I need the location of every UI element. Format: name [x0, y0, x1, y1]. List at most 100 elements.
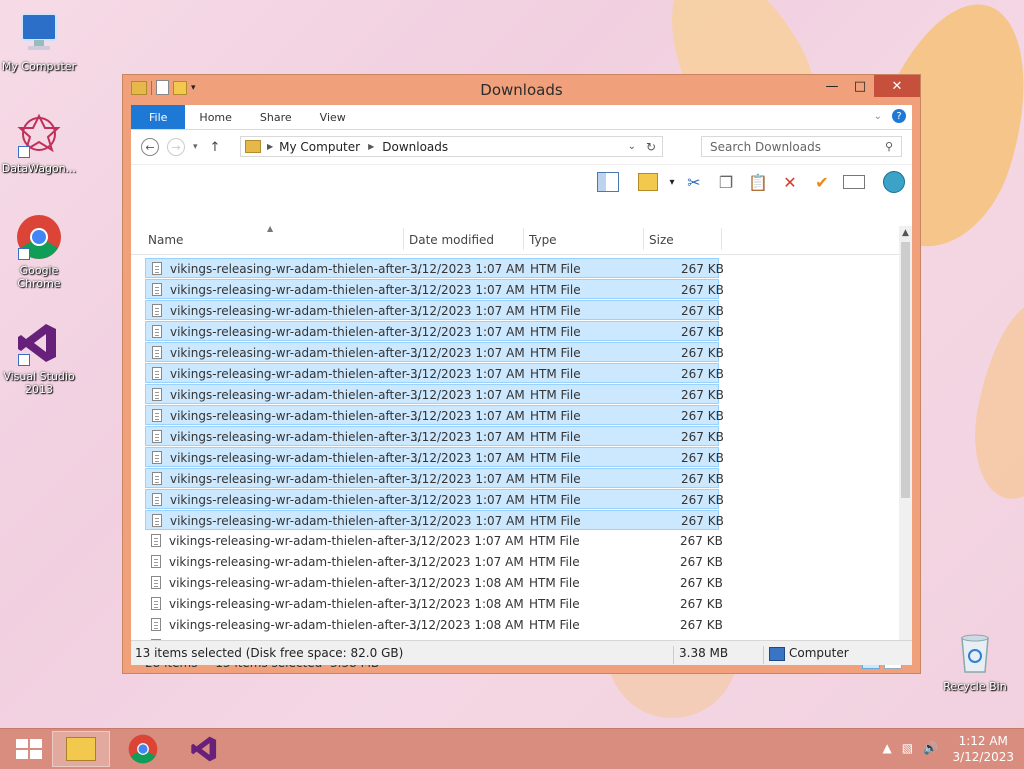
file-row[interactable]: vikings-releasing-wr-adam-thielen-after-… — [145, 279, 724, 299]
volume-icon[interactable]: 🔊 — [923, 741, 938, 755]
scroll-up-icon[interactable]: ▲ — [899, 228, 912, 238]
help-icon[interactable]: ? — [892, 109, 906, 123]
chevron-right-icon: ▶ — [267, 142, 274, 151]
file-row[interactable]: vikings-releasing-wr-adam-thielen-after-… — [145, 321, 724, 341]
file-row[interactable]: vikings-releasing-wr-adam-thielen-after-… — [145, 552, 723, 572]
tab-file[interactable]: File — [131, 105, 186, 129]
rename-icon[interactable] — [843, 171, 865, 193]
file-row[interactable]: vikings-releasing-wr-adam-thielen-after-… — [145, 300, 724, 320]
clock[interactable]: 1:12 AM 3/12/2023 — [952, 733, 1014, 765]
minimize-button[interactable]: — — [818, 75, 846, 97]
checkmark-icon[interactable]: ✔ — [811, 171, 833, 193]
file-row[interactable]: vikings-releasing-wr-adam-thielen-after-… — [145, 594, 723, 614]
new-folder-icon[interactable] — [637, 171, 659, 193]
htm-file-icon — [151, 597, 161, 610]
breadcrumb-my-computer[interactable]: My Computer — [279, 140, 360, 154]
htm-file-icon — [152, 388, 162, 401]
show-hidden-icons-icon[interactable]: ▲ — [882, 741, 891, 755]
file-size: 267 KB — [681, 451, 724, 465]
file-row[interactable]: vikings-releasing-wr-adam-thielen-after-… — [145, 615, 723, 635]
file-row[interactable]: vikings-releasing-wr-adam-thielen-after-… — [145, 573, 723, 593]
column-divider[interactable] — [403, 228, 404, 250]
up-button[interactable]: ↑ — [210, 140, 221, 155]
desktop-icon-my-computer[interactable]: My Computer — [0, 10, 78, 73]
file-type: HTM File — [530, 472, 581, 486]
file-row[interactable]: vikings-releasing-wr-adam-thielen-after-… — [145, 384, 724, 404]
column-name[interactable]: Name — [148, 233, 183, 247]
htm-file-icon — [152, 262, 162, 275]
tab-home[interactable]: Home — [185, 105, 245, 129]
column-divider[interactable] — [523, 228, 524, 250]
search-input[interactable]: Search Downloads ⚲ — [701, 136, 902, 157]
window-title: Downloads — [480, 81, 563, 99]
htm-file-icon — [151, 576, 161, 589]
clock-time: 1:12 AM — [958, 734, 1008, 748]
chevron-right-icon: ▶ — [368, 142, 375, 151]
maximize-button[interactable]: □ — [846, 75, 874, 97]
file-date: 3/12/2023 1:07 AM — [410, 346, 525, 360]
vertical-scrollbar[interactable]: ▲ ▼ — [899, 226, 912, 651]
file-size: 267 KB — [680, 555, 723, 569]
file-row[interactable]: vikings-releasing-wr-adam-thielen-after-… — [145, 363, 724, 383]
file-row[interactable]: vikings-releasing-wr-adam-thielen-after-… — [145, 489, 724, 509]
desktop-icon-chrome[interactable]: Google Chrome — [0, 214, 78, 290]
globe-icon[interactable] — [883, 171, 905, 193]
forward-button[interactable]: → — [167, 138, 185, 156]
delete-icon[interactable]: ✕ — [779, 171, 801, 193]
file-type: HTM File — [530, 367, 581, 381]
chevron-down-icon[interactable]: ▾ — [661, 171, 683, 193]
file-type: HTM File — [529, 534, 580, 548]
desktop-icon-label: Recycle Bin — [943, 680, 1007, 693]
file-name: vikings-releasing-wr-adam-thielen-after-… — [170, 283, 422, 297]
back-button[interactable]: ← — [141, 138, 159, 156]
expand-ribbon-icon[interactable]: ⌄ — [874, 111, 882, 122]
file-size: 267 KB — [681, 472, 724, 486]
file-type: HTM File — [530, 409, 581, 423]
file-type: HTM File — [530, 430, 581, 444]
tab-view[interactable]: View — [306, 105, 360, 129]
desktop-icon-label: My Computer — [1, 60, 77, 73]
file-date: 3/12/2023 1:07 AM — [409, 534, 524, 548]
column-divider[interactable] — [643, 228, 644, 250]
breadcrumb-downloads[interactable]: Downloads — [382, 140, 448, 154]
file-row[interactable]: vikings-releasing-wr-adam-thielen-after-… — [145, 447, 724, 467]
file-size: 267 KB — [680, 576, 723, 590]
search-icon[interactable]: ⚲ — [885, 140, 893, 153]
file-row[interactable]: vikings-releasing-wr-adam-thielen-after-… — [145, 510, 724, 530]
paste-icon[interactable]: 📋 — [747, 171, 769, 193]
htm-file-icon — [152, 430, 162, 443]
desktop-icon-visual-studio[interactable]: Visual Studio 2013 — [0, 320, 78, 396]
file-row[interactable]: vikings-releasing-wr-adam-thielen-after-… — [145, 258, 724, 278]
recent-locations-icon[interactable]: ▾ — [193, 142, 198, 152]
column-divider[interactable] — [721, 228, 722, 250]
column-date-modified[interactable]: Date modified — [409, 233, 494, 247]
cut-icon[interactable]: ✂ — [683, 171, 705, 193]
file-date: 3/12/2023 1:07 AM — [410, 430, 525, 444]
column-type[interactable]: Type — [529, 233, 557, 247]
desktop-icon-recycle-bin[interactable]: Recycle Bin — [936, 630, 1014, 693]
tab-share[interactable]: Share — [246, 105, 306, 129]
title-bar[interactable]: ▾ Downloads — □ ✕ — [123, 75, 920, 105]
file-row[interactable]: vikings-releasing-wr-adam-thielen-after-… — [145, 426, 724, 446]
preview-pane-icon[interactable] — [597, 171, 619, 193]
copy-icon[interactable]: ❐ — [715, 171, 737, 193]
file-type: HTM File — [530, 451, 581, 465]
network-icon[interactable]: ▧ — [902, 741, 913, 755]
close-button[interactable]: ✕ — [874, 75, 920, 97]
file-row[interactable]: vikings-releasing-wr-adam-thielen-after-… — [145, 468, 724, 488]
taskbar-visual-studio[interactable] — [176, 731, 234, 767]
taskbar-file-explorer[interactable] — [52, 731, 110, 767]
chevron-down-icon[interactable]: ⌄ — [628, 141, 636, 152]
file-row[interactable]: vikings-releasing-wr-adam-thielen-after-… — [145, 405, 724, 425]
taskbar-chrome[interactable] — [114, 731, 172, 767]
file-row[interactable]: vikings-releasing-wr-adam-thielen-after-… — [145, 531, 723, 551]
refresh-icon[interactable]: ↻ — [646, 140, 656, 154]
desktop-icon-datawagon[interactable]: DataWagon... — [0, 112, 78, 175]
address-bar[interactable]: ▶ My Computer ▶ Downloads ⌄ ↻ — [240, 136, 663, 157]
file-type: HTM File — [530, 325, 581, 339]
file-row[interactable]: vikings-releasing-wr-adam-thielen-after-… — [145, 342, 724, 362]
scroll-thumb[interactable] — [901, 242, 910, 498]
column-size[interactable]: Size — [649, 233, 674, 247]
desktop-icon-label: DataWagon... — [1, 162, 77, 175]
start-button[interactable] — [0, 731, 58, 767]
